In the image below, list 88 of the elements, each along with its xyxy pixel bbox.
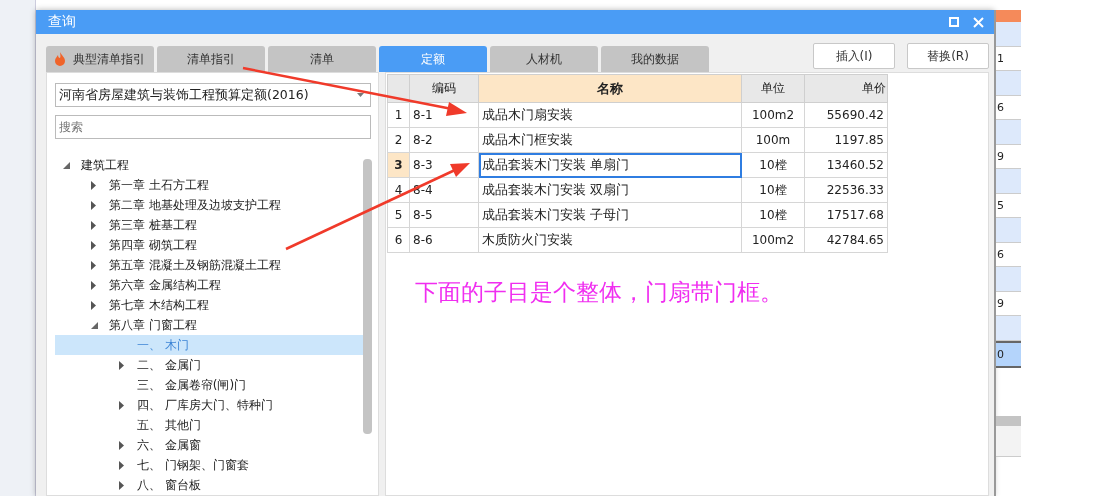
collapsed-triangle-icon[interactable] — [119, 360, 124, 370]
table-cell: 10樘 — [741, 152, 805, 178]
header-cell — [996, 10, 1021, 22]
collapsed-triangle-icon[interactable] — [91, 260, 96, 270]
table-cell: 42784.65 — [804, 227, 888, 253]
tab[interactable]: 清单指引 — [157, 46, 265, 72]
row-number: 2 — [387, 127, 410, 153]
scrollbar[interactable] — [363, 159, 372, 434]
row-number: 3 — [387, 152, 410, 178]
collapsed-triangle-icon[interactable] — [119, 480, 124, 490]
tree-item[interactable]: 六、 金属窗 — [55, 435, 363, 455]
tree-item[interactable]: 第二章 地基处理及边坡支护工程 — [55, 195, 363, 215]
collapsed-triangle-icon[interactable] — [119, 440, 124, 450]
table-cell: 成品木门框安装 — [478, 127, 742, 153]
table-cell: 13460.52 — [804, 152, 888, 178]
row-number: 4 — [387, 177, 410, 203]
tree-item[interactable]: 第一章 土石方工程 — [55, 175, 363, 195]
table-cell: 55690.42 — [804, 102, 888, 128]
row-number: 1 — [387, 102, 410, 128]
flame-icon — [55, 52, 65, 66]
close-icon[interactable] — [973, 16, 984, 28]
action-button[interactable]: 插入(I) — [813, 43, 895, 69]
collapsed-triangle-icon[interactable] — [91, 300, 96, 310]
expanded-triangle-icon[interactable] — [63, 161, 70, 169]
tree-item[interactable]: 第三章 桩基工程 — [55, 215, 363, 235]
collapsed-triangle-icon[interactable] — [119, 400, 124, 410]
table-cell: 10樘 — [741, 202, 805, 228]
tab[interactable]: 人材机 — [490, 46, 598, 72]
maximize-icon[interactable] — [949, 17, 959, 27]
column-header[interactable]: 编码 — [409, 74, 479, 103]
search-field[interactable]: 搜索 — [55, 115, 371, 139]
tree-item[interactable]: 七、 门钢架、门窗套 — [55, 455, 363, 475]
tree-item[interactable]: 建筑工程 — [55, 155, 363, 175]
tree-item[interactable]: 四、 厂库房大门、特种门 — [55, 395, 363, 415]
table-cell: 100m2 — [741, 227, 805, 253]
window-title: 查询 — [48, 13, 76, 31]
tab[interactable]: 我的数据 — [601, 46, 709, 72]
tree-item[interactable]: 第八章 门窗工程 — [55, 315, 363, 335]
tree-item[interactable]: 第六章 金属结构工程 — [55, 275, 363, 295]
table-cell: 0 — [996, 341, 1021, 368]
collapsed-triangle-icon[interactable] — [119, 460, 124, 470]
table-cell: 8-6 — [409, 227, 479, 253]
tree-item[interactable]: 三、 金属卷帘(闸)门 — [55, 375, 363, 395]
table-row — [996, 120, 1021, 145]
row-number: 6 — [387, 227, 410, 253]
tab[interactable]: 典型清单指引 — [46, 46, 154, 72]
select-value: 河南省房屋建筑与装饰工程预算定额(2016) — [59, 86, 309, 104]
table-cell: 17517.68 — [804, 202, 888, 228]
collapsed-triangle-icon[interactable] — [91, 200, 96, 210]
action-button[interactable]: 替换(R) — [907, 43, 989, 69]
tab[interactable]: 清单 — [268, 46, 376, 72]
collapsed-triangle-icon[interactable] — [91, 280, 96, 290]
table-cell: 木质防火门安装 — [478, 227, 742, 253]
table-cell: 22536.33 — [804, 177, 888, 203]
table-cell: 8-2 — [409, 127, 479, 153]
tree-item[interactable]: 第五章 混凝土及钢筋混凝土工程 — [55, 255, 363, 275]
row-number: 5 — [387, 202, 410, 228]
scrollbar[interactable] — [996, 416, 1021, 426]
table-cell: 10樘 — [741, 177, 805, 203]
table-row — [996, 71, 1021, 96]
expanded-triangle-icon[interactable] — [91, 321, 98, 329]
collapsed-triangle-icon[interactable] — [91, 240, 96, 250]
table-cell: 成品套装木门安装 单扇门 — [478, 152, 742, 178]
table-row — [996, 169, 1021, 194]
collapsed-triangle-icon[interactable] — [91, 180, 96, 190]
table-cell: 成品套装木门安装 双扇门 — [478, 177, 742, 203]
table-row — [996, 316, 1021, 341]
tree-item[interactable]: 第七章 木结构工程 — [55, 295, 363, 315]
table-cell: 1197.85 — [804, 127, 888, 153]
tree-item[interactable]: 五、 其他门 — [55, 415, 363, 435]
collapsed-triangle-icon[interactable] — [91, 220, 96, 230]
table-row — [996, 267, 1021, 292]
table-cell: 成品木门扇安装 — [478, 102, 742, 128]
quota-select[interactable]: 河南省房屋建筑与装饰工程预算定额(2016) — [55, 83, 371, 107]
table-cell: 100m — [741, 127, 805, 153]
tree-item[interactable]: 二、 金属门 — [55, 355, 363, 375]
table-cell: 100m2 — [741, 102, 805, 128]
table-row — [996, 218, 1021, 243]
dropdown-caret-icon — [357, 93, 364, 97]
table-cell: 8-5 — [409, 202, 479, 228]
tree-item[interactable]: 八、 窗台板 — [55, 475, 363, 495]
table-cell: 成品套装木门安装 子母门 — [478, 202, 742, 228]
column-header[interactable]: 单位 — [741, 74, 805, 103]
column-header[interactable]: 单价 — [804, 74, 888, 103]
column-header[interactable]: 名称 — [478, 74, 742, 103]
annotation-text: 下面的子目是个整体，门扇带门框。 — [415, 278, 784, 307]
tree-item[interactable]: 第四章 砌筑工程 — [55, 235, 363, 255]
table-row — [996, 22, 1021, 47]
